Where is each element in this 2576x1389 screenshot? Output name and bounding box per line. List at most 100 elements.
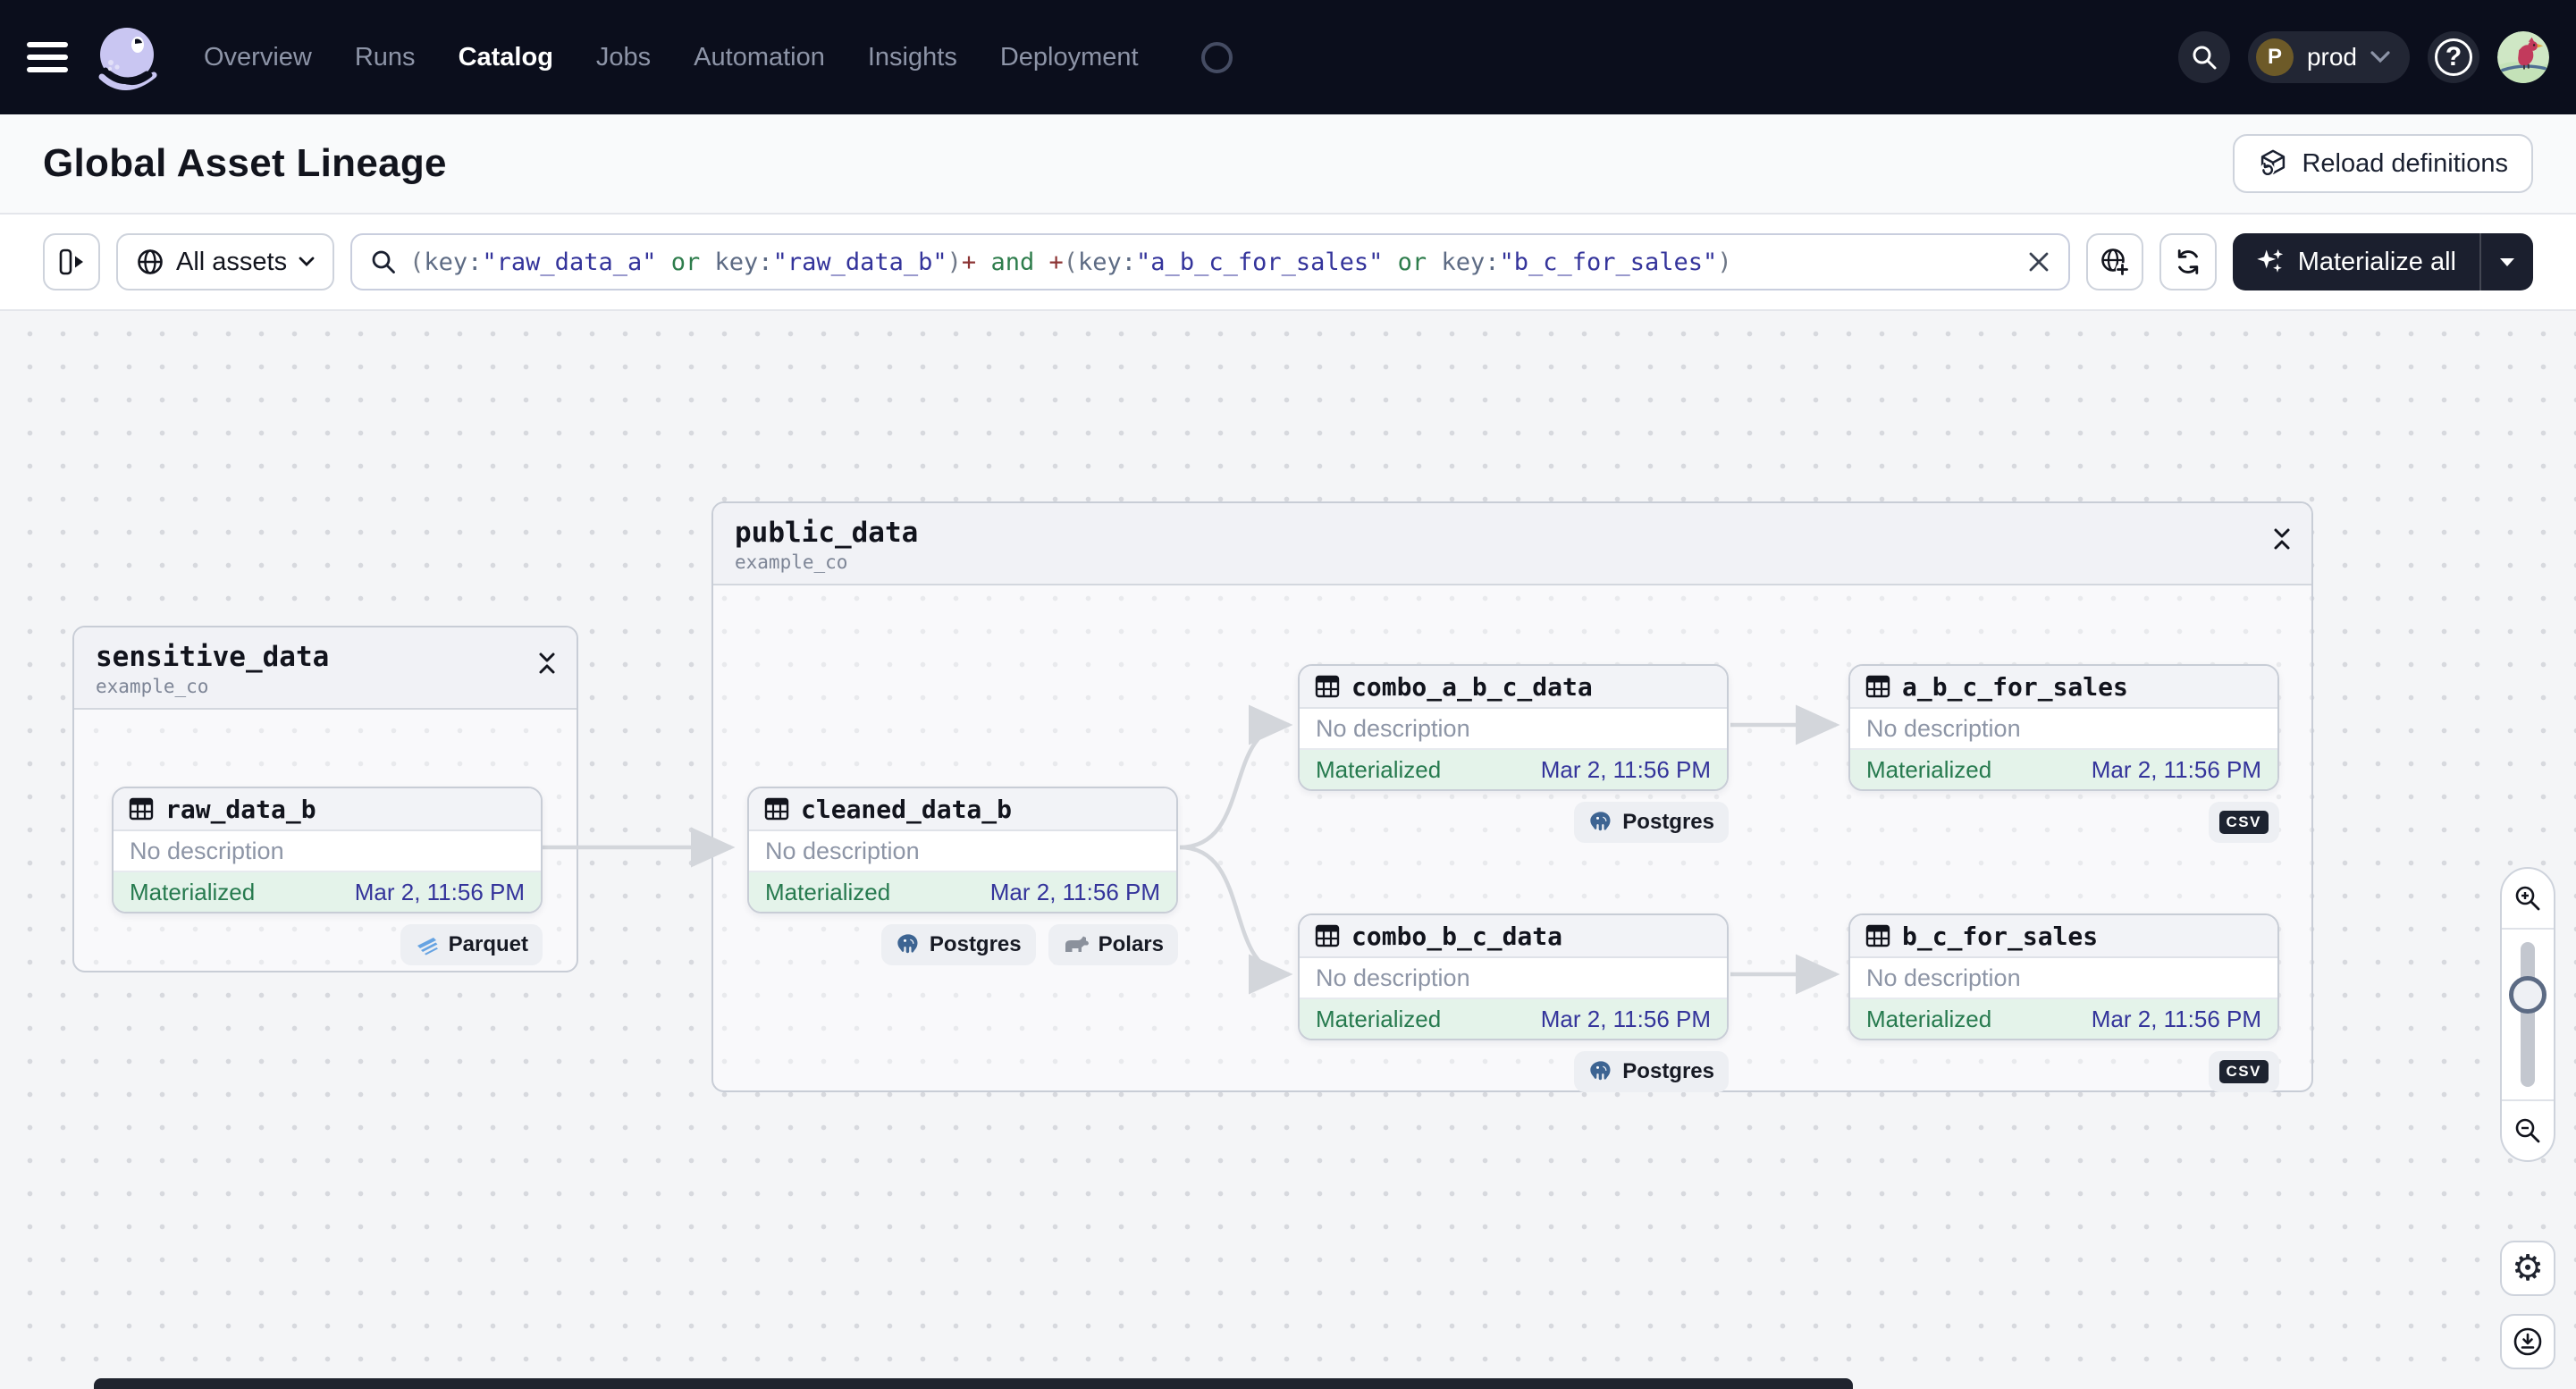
tag-csv[interactable]: csv (2208, 802, 2279, 843)
asset-scope-dropdown[interactable]: All assets (116, 233, 335, 290)
top-navbar: Overview Runs Catalog Jobs Automation In… (0, 0, 2576, 114)
tag-postgres[interactable]: Postgres (1574, 802, 1729, 843)
tag-postgres[interactable]: Postgres (880, 924, 1036, 965)
status-badge: Materialized (1866, 755, 1992, 783)
asset-status-row: Materialized Mar 2, 11:56 PM (1850, 999, 2277, 1039)
materialization-timestamp: Mar 2, 11:56 PM (1540, 755, 1711, 783)
hamburger-menu-icon[interactable] (27, 42, 68, 72)
user-avatar[interactable] (2497, 31, 2549, 83)
zoom-out-button[interactable] (2502, 1099, 2554, 1160)
tag-label: Polars (1098, 932, 1164, 956)
toggle-sidebar-button[interactable] (43, 233, 100, 290)
group-title: sensitive_data (96, 641, 330, 673)
chevron-down-icon (299, 257, 315, 266)
materialization-timestamp: Mar 2, 11:56 PM (354, 878, 525, 905)
nav-item-jobs[interactable]: Jobs (596, 43, 651, 72)
nav-item-automation[interactable]: Automation (694, 43, 825, 72)
reload-definitions-button[interactable]: Reload definitions (2233, 134, 2533, 193)
deployment-name: prod (2306, 43, 2357, 71)
search-button[interactable] (2177, 31, 2230, 83)
asset-status-row: Materialized Mar 2, 11:56 PM (749, 872, 1176, 912)
asset-description: No description (114, 831, 541, 872)
nav-item-runs[interactable]: Runs (355, 43, 416, 72)
tag-polars[interactable]: Polars (1048, 924, 1178, 965)
zoom-in-button[interactable] (2502, 869, 2554, 930)
table-icon (1865, 924, 1890, 947)
open-panel-icon (59, 248, 83, 275)
asset-name: combo_a_b_c_data (1351, 671, 1593, 702)
bottom-dark-bar (94, 1378, 1853, 1389)
sparkles-icon (2256, 248, 2283, 273)
graph-settings-button[interactable]: ⚙ (2500, 1241, 2555, 1296)
tag-csv[interactable]: csv (2208, 1051, 2279, 1092)
dagster-logo-icon[interactable] (91, 21, 163, 93)
reload-cube-icon (2260, 149, 2286, 177)
help-button[interactable]: ? (2428, 31, 2479, 83)
csv-badge-icon: csv (2218, 810, 2269, 835)
asset-name: b_c_for_sales (1902, 921, 2099, 951)
asset-card[interactable]: cleaned_data_b No description Materializ… (747, 787, 1178, 913)
asset-card[interactable]: a_b_c_for_sales No description Materiali… (1848, 664, 2279, 791)
asset-node-combo_a_b_c_data: combo_a_b_c_data No description Material… (1298, 664, 1729, 843)
nav-item-deployment[interactable]: Deployment (1000, 43, 1139, 72)
postgres-icon (1590, 1061, 1611, 1081)
chevron-down-icon (2370, 51, 2390, 63)
zoom-slider[interactable] (2502, 930, 2554, 1099)
asset-filter-query[interactable]: (key:"raw_data_a" or key:"raw_data_b")+ … (409, 248, 2015, 276)
asset-description: No description (1850, 709, 2277, 750)
asset-card[interactable]: combo_b_c_data No description Materializ… (1298, 913, 1729, 1040)
materialize-options-button[interactable] (2481, 233, 2533, 290)
group-header[interactable]: sensitive_data example_co (74, 627, 577, 710)
materialization-timestamp: Mar 2, 11:56 PM (989, 878, 1160, 905)
refresh-icon (2177, 249, 2198, 274)
collapse-group-icon[interactable] (2272, 526, 2292, 551)
asset-node-combo_b_c_data: combo_b_c_data No description Materializ… (1298, 913, 1729, 1092)
deployment-switcher[interactable]: P prod (2247, 31, 2410, 83)
status-badge: Materialized (1316, 755, 1442, 783)
navbar-right-cluster: P prod ? (2177, 31, 2549, 83)
zoom-slider-handle[interactable] (2509, 976, 2547, 1014)
nav-item-catalog[interactable]: Catalog (459, 43, 553, 72)
collapse-group-icon[interactable] (537, 651, 557, 676)
table-icon (1315, 675, 1340, 698)
asset-lineage-canvas[interactable]: sensitive_data example_co public_data ex… (0, 311, 2576, 1389)
group-subtitle: example_co (96, 676, 209, 697)
asset-node-b_c_for_sales: b_c_for_sales No description Materialize… (1848, 913, 2279, 1092)
asset-node-raw_data_b: raw_data_b No description Materialized M… (112, 787, 543, 965)
lineage-toolbar: All assets (key:"raw_data_a" or key:"raw… (0, 215, 2576, 311)
group-subtitle: example_co (735, 551, 848, 573)
asset-name: a_b_c_for_sales (1902, 671, 2128, 702)
loading-spinner-icon (1200, 41, 1233, 73)
table-icon (129, 797, 154, 821)
group-header[interactable]: public_data example_co (713, 503, 2311, 585)
caret-down-icon (2500, 257, 2514, 266)
tag-parquet[interactable]: Parquet (400, 924, 543, 965)
reload-definitions-label: Reload definitions (2302, 148, 2508, 178)
asset-description: No description (1300, 958, 1727, 999)
deployment-avatar: P (2255, 38, 2294, 76)
asset-filter-input[interactable]: (key:"raw_data_a" or key:"raw_data_b")+ … (350, 233, 2070, 290)
zoom-out-icon (2515, 1118, 2540, 1143)
asset-card[interactable]: b_c_for_sales No description Materialize… (1848, 913, 2279, 1040)
asset-card[interactable]: combo_a_b_c_data No description Material… (1298, 664, 1729, 791)
tag-postgres[interactable]: Postgres (1574, 1051, 1729, 1092)
group-title: public_data (735, 517, 919, 549)
nav-item-overview[interactable]: Overview (204, 43, 312, 72)
zoom-slider-track[interactable] (2521, 942, 2535, 1087)
clear-filter-icon[interactable] (2027, 250, 2050, 274)
asset-description: No description (749, 831, 1176, 872)
new-catalog-view-button[interactable] (2085, 233, 2143, 290)
refresh-graph-button[interactable] (2159, 233, 2217, 290)
asset-card[interactable]: raw_data_b No description Materialized M… (112, 787, 543, 913)
csv-badge-icon: csv (2218, 1059, 2269, 1084)
materialization-timestamp: Mar 2, 11:56 PM (2091, 1005, 2261, 1032)
asset-status-row: Materialized Mar 2, 11:56 PM (1300, 750, 1727, 789)
materialize-all-button[interactable]: Materialize all (2233, 233, 2479, 290)
status-badge: Materialized (765, 878, 891, 905)
asset-status-row: Materialized Mar 2, 11:56 PM (1300, 999, 1727, 1039)
download-graph-button[interactable] (2500, 1314, 2555, 1369)
nav-item-insights[interactable]: Insights (868, 43, 957, 72)
question-mark-icon: ? (2435, 38, 2472, 76)
materialize-all-label: Materialize all (2297, 247, 2456, 276)
globe-icon (138, 249, 163, 274)
